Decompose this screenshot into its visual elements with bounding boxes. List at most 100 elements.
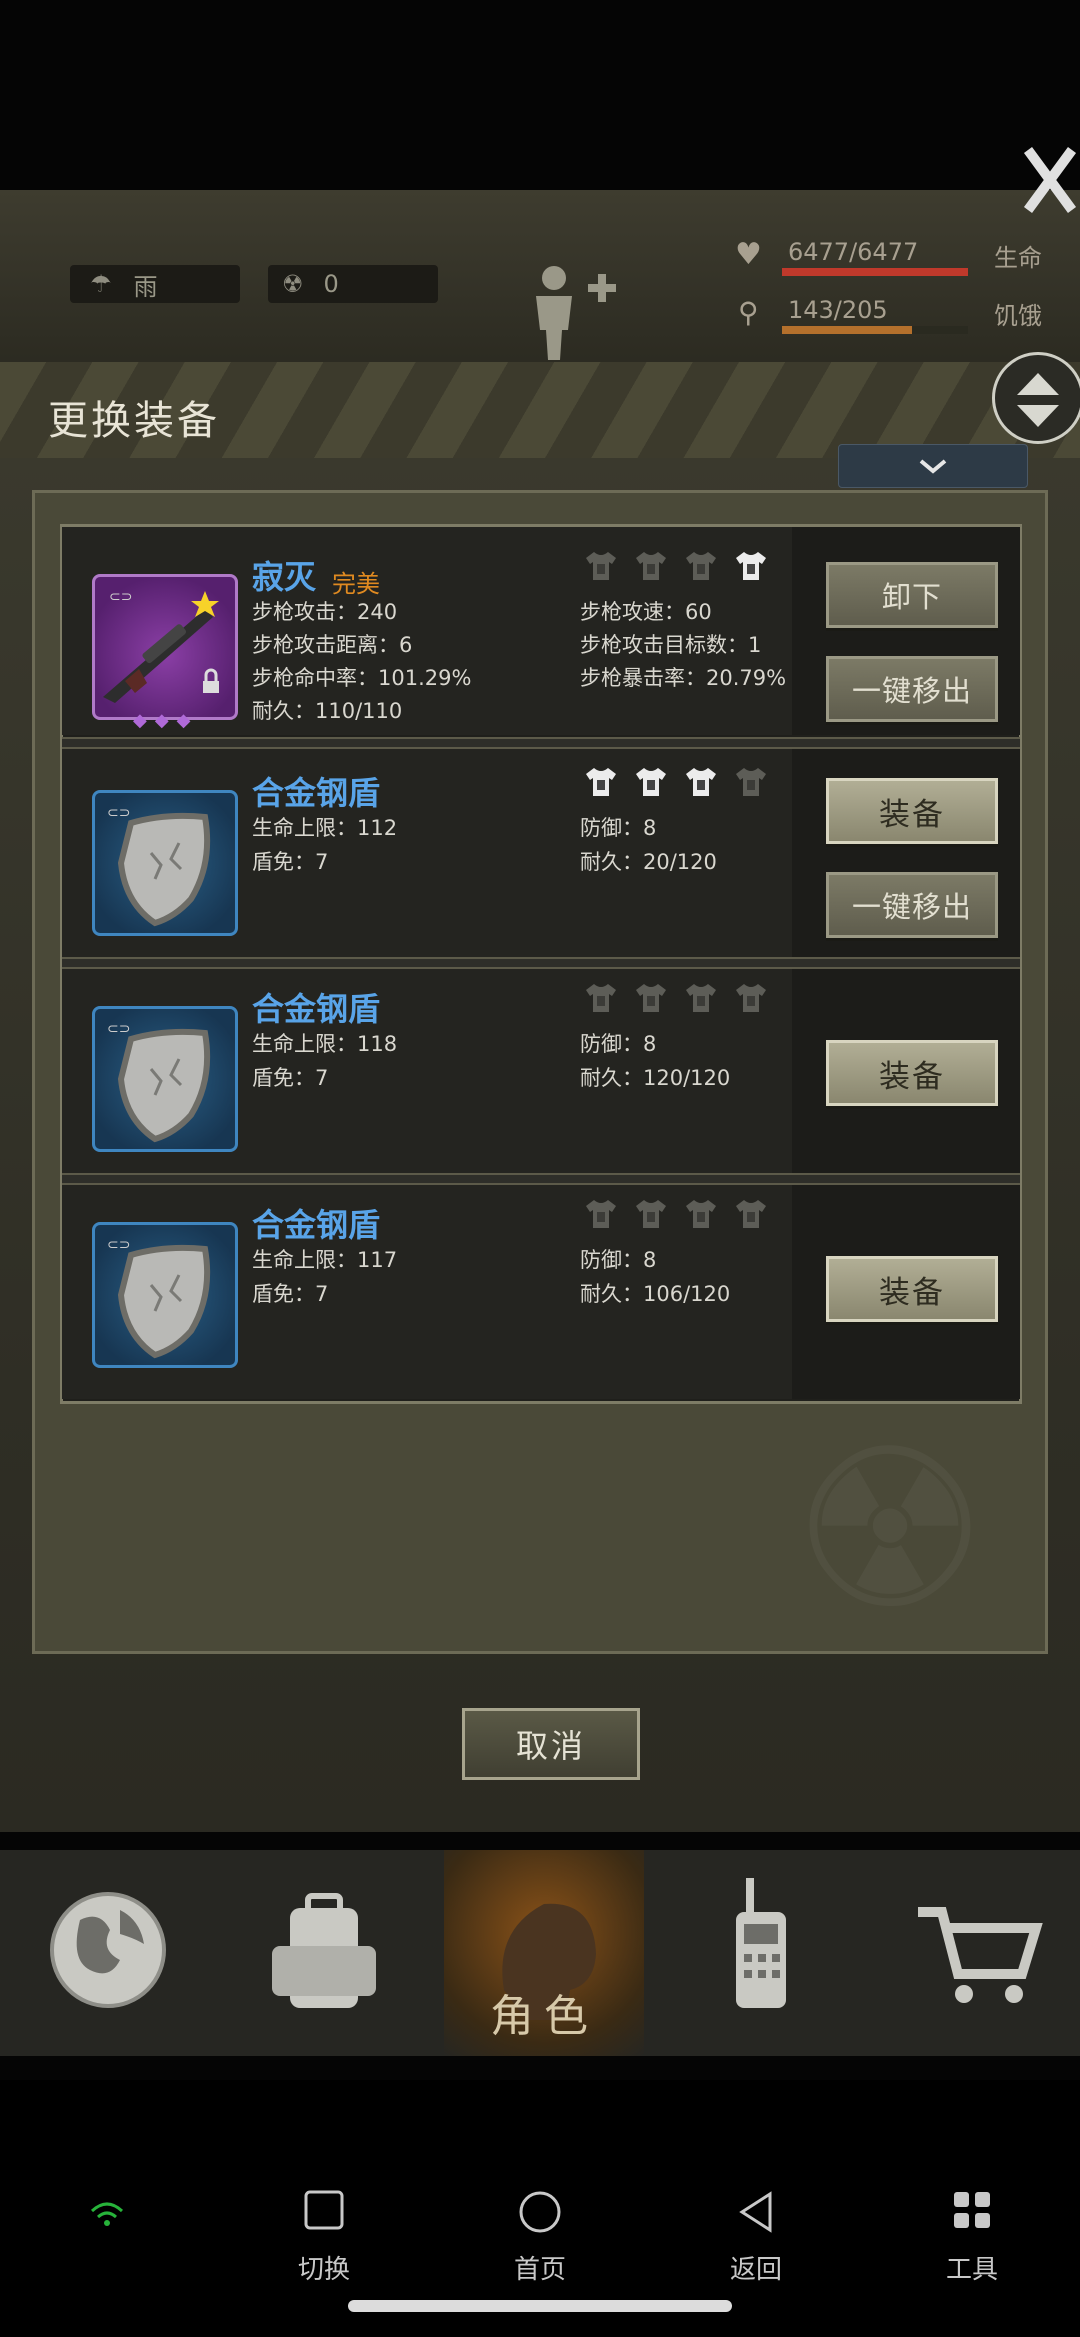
- tshirt-inactive-icon: [586, 984, 616, 1012]
- tshirt-inactive-icon: [636, 1200, 666, 1228]
- health-bar-fill: [782, 268, 968, 276]
- weather-text: 雨: [133, 272, 158, 301]
- tshirt-inactive-icon: [736, 984, 766, 1012]
- nav-character-label: 角色: [490, 1991, 598, 2042]
- weather-pill: ☂ 雨: [70, 265, 240, 303]
- nav-shop[interactable]: [864, 1850, 1080, 2056]
- equip-button[interactable]: 装备: [826, 1040, 998, 1106]
- item-stat: 步枪暴击率：20.79%: [580, 666, 787, 690]
- item-stat: 盾免：7: [252, 850, 329, 874]
- dialog-title: 更换装备: [48, 398, 220, 444]
- tshirt-inactive-icon: [586, 1200, 616, 1228]
- svg-text:⊂⊃: ⊂⊃: [109, 589, 132, 605]
- tshirt-inactive-icon: [736, 1200, 766, 1228]
- item-name: 合金钢盾: [252, 774, 381, 812]
- row-divider: [62, 1173, 1020, 1185]
- tshirt-inactive-icon: [586, 552, 616, 580]
- item-name: 合金钢盾: [252, 1206, 381, 1244]
- tools-label: 工具: [945, 2255, 998, 2285]
- equip-button[interactable]: 装备: [826, 778, 998, 844]
- triangle-back-icon: [739, 2191, 772, 2233]
- tshirt-inactive-icon: [636, 552, 666, 580]
- hunger-value: 143/205: [788, 296, 888, 324]
- steel-shield-icon[interactable]: ⊂⊃: [92, 790, 238, 936]
- svg-text:⊂⊃: ⊂⊃: [107, 1237, 130, 1253]
- tools-nav-item[interactable]: 工具: [912, 2190, 1032, 2286]
- tshirt-active-icon: [636, 768, 666, 796]
- heart-icon: ♥: [735, 237, 762, 272]
- home-label: 首页: [513, 2255, 566, 2285]
- tshirt-active-icon: [686, 768, 716, 796]
- item-stat: 防御：8: [580, 1032, 657, 1056]
- gesture-handle[interactable]: [348, 2300, 732, 2312]
- radiation-pill: ☢ 0: [268, 265, 438, 303]
- collapse-toggle-button[interactable]: [992, 352, 1080, 444]
- tshirt-active-icon: [736, 552, 766, 580]
- rain-cloud-icon: ☂: [90, 270, 112, 298]
- item-stat: 耐久：106/120: [580, 1282, 731, 1306]
- set-slot-icons: [584, 550, 768, 582]
- nav-radio[interactable]: [652, 1850, 868, 2056]
- body-heal-icon[interactable]: [526, 262, 626, 362]
- hunger-label: 饥饿: [994, 302, 1042, 330]
- tshirt-active-icon: [586, 768, 616, 796]
- item-stat: 步枪攻击距离：6: [252, 633, 413, 657]
- svg-text:⊂⊃: ⊂⊃: [107, 805, 130, 821]
- square-icon: [304, 2190, 344, 2230]
- cancel-button[interactable]: 取消: [462, 1708, 640, 1780]
- item-stat: 步枪攻速：60: [580, 600, 712, 624]
- back-label: 返回: [729, 2255, 782, 2285]
- steel-shield-icon[interactable]: ⊂⊃: [92, 1222, 238, 1368]
- nav-backpack[interactable]: [216, 1850, 432, 2056]
- back-nav-item[interactable]: 返回: [696, 2190, 816, 2286]
- row-divider: [62, 957, 1020, 969]
- corner-close-icon[interactable]: [1010, 130, 1080, 240]
- health-bar: [782, 268, 968, 276]
- stomach-icon: ⚲: [738, 296, 759, 329]
- hunger-bar-fill: [782, 326, 913, 334]
- item-stat: 生命上限：112: [252, 816, 398, 840]
- circle-home-icon: [519, 2191, 561, 2233]
- remove-all-button[interactable]: 一键移出: [826, 872, 998, 938]
- item-name: 寂灭: [252, 558, 317, 596]
- item-stat: 防御：8: [580, 816, 657, 840]
- item-stat: 生命上限：117: [252, 1248, 398, 1272]
- radiation-icon: ☢: [282, 270, 304, 298]
- hunger-bar: [782, 326, 968, 334]
- set-slot-icons: [584, 766, 768, 798]
- tshirt-inactive-icon: [636, 984, 666, 1012]
- svg-text:⊂⊃: ⊂⊃: [107, 1021, 130, 1037]
- health-value: 6477/6477: [788, 238, 919, 266]
- steel-shield-icon[interactable]: ⊂⊃: [92, 1006, 238, 1152]
- item-stat: 耐久：110/110: [252, 699, 403, 723]
- tshirt-inactive-icon: [686, 984, 716, 1012]
- unequip-button[interactable]: 卸下: [826, 562, 998, 628]
- home-nav-item[interactable]: 首页: [480, 2190, 600, 2286]
- dropdown-tab-button[interactable]: [838, 444, 1028, 488]
- item-stat: 盾免：7: [252, 1282, 329, 1306]
- equip-button[interactable]: 装备: [826, 1256, 998, 1322]
- item-stat: 步枪攻击：240: [252, 600, 398, 624]
- grid-tools-icon: [954, 2192, 990, 2228]
- item-quality: 完美: [332, 570, 380, 598]
- set-slot-icons: [584, 982, 768, 1014]
- item-stat: 盾免：7: [252, 1066, 329, 1090]
- item-stat: 步枪攻击目标数：1: [580, 633, 762, 657]
- tshirt-inactive-icon: [686, 1200, 716, 1228]
- item-stat: 防御：8: [580, 1248, 657, 1272]
- set-slot-icons: [584, 1198, 768, 1230]
- switch-nav-item[interactable]: 切换: [264, 2190, 384, 2286]
- remove-all-button[interactable]: 一键移出: [826, 656, 998, 722]
- switch-label: 切换: [297, 2255, 350, 2285]
- nav-world[interactable]: [0, 1850, 216, 2056]
- item-stat: 步枪命中率：101.29%: [252, 666, 472, 690]
- item-stat: 耐久：20/120: [580, 850, 717, 874]
- tshirt-inactive-icon: [686, 552, 716, 580]
- rarity-diamonds: ◆◆◆: [133, 710, 199, 731]
- radiation-value: 0: [323, 270, 339, 298]
- radiation-watermark-icon: ☢: [760, 1420, 1020, 1640]
- sniper-rifle-icon[interactable]: ⊂⊃: [92, 574, 238, 720]
- row-divider: [62, 737, 1020, 749]
- wifi-icon: [90, 2200, 124, 2235]
- item-name: 合金钢盾: [252, 990, 381, 1028]
